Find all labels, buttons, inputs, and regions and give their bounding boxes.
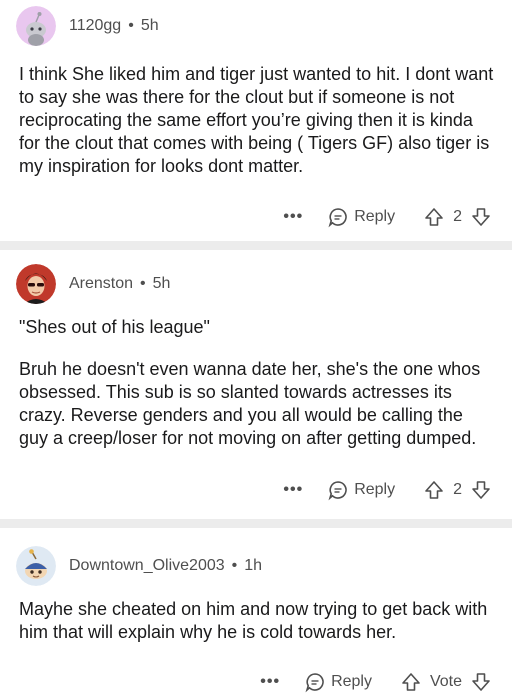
timestamp: 1h (244, 557, 263, 574)
reply-label: Reply (354, 481, 396, 498)
reply-label: Reply (354, 208, 396, 225)
reply-label: Reply (331, 673, 372, 690)
reply-button[interactable]: Reply (327, 479, 395, 501)
comment-paragraph: "Shes out of his league" (19, 317, 210, 337)
comment-body: Mayhe she cheated on him and now trying … (19, 598, 496, 644)
upvote-arrow-icon[interactable] (423, 479, 445, 501)
comment-separator (0, 519, 512, 528)
user-avatar-icon (16, 264, 56, 304)
comment-separator (0, 241, 512, 250)
username[interactable]: Arenston (69, 275, 133, 293)
more-options-button[interactable]: ••• (283, 481, 303, 499)
downvote-arrow-icon[interactable] (470, 206, 492, 228)
comment-body: "Shes out of his league" Bruh he doesn't… (19, 316, 496, 450)
meta-separator: • (128, 17, 134, 34)
more-options-button[interactable]: ••• (283, 208, 303, 226)
meta-separator: • (140, 275, 146, 292)
comment-actions: ••• Reply Vote (260, 671, 492, 693)
avatar[interactable] (16, 546, 56, 586)
vote-controls: 2 (423, 206, 492, 228)
vote-label: Vote (429, 673, 462, 690)
comment-body: I think She liked him and tiger just wan… (19, 63, 496, 178)
vote-count: 2 (453, 208, 462, 225)
avatar[interactable] (16, 264, 56, 304)
reply-icon (305, 673, 324, 693)
comment-actions: ••• Reply 2 (283, 479, 492, 501)
comment-actions: ••• Reply 2 (283, 206, 492, 228)
snoo-avatar-icon (16, 546, 56, 586)
meta-separator: • (231, 557, 238, 574)
timestamp: 5h (140, 17, 159, 34)
comment-paragraph: Bruh he doesn't even wanna date her, she… (19, 359, 481, 448)
snoo-avatar-icon (16, 6, 56, 46)
reply-icon (328, 481, 347, 501)
comment-paragraph: Mayhe she cheated on him and now trying … (19, 599, 488, 642)
vote-controls: 2 (423, 479, 492, 501)
upvote-arrow-icon[interactable] (400, 671, 422, 693)
comment-3: Downtown_Olive2003 • 1h Mayhe she cheate… (0, 528, 512, 697)
username[interactable]: Downtown_Olive2003 (69, 557, 225, 575)
more-options-button[interactable]: ••• (260, 673, 280, 691)
comment-header: 1120gg • 5h (16, 6, 159, 46)
downvote-arrow-icon[interactable] (470, 479, 492, 501)
avatar[interactable] (16, 6, 56, 46)
timestamp: 5h (152, 275, 171, 292)
comment-header: Downtown_Olive2003 • 1h (16, 546, 262, 586)
comment-paragraph: I think She liked him and tiger just wan… (19, 64, 494, 176)
upvote-arrow-icon[interactable] (423, 206, 445, 228)
comment-1: 1120gg • 5h I think She liked him and ti… (0, 0, 512, 241)
vote-count: 2 (453, 481, 462, 498)
comment-2: Arenston • 5h "Shes out of his league" B… (0, 250, 512, 519)
reply-icon (328, 208, 347, 228)
reply-button[interactable]: Reply (327, 206, 395, 228)
vote-controls: Vote (400, 671, 492, 693)
reply-button[interactable]: Reply (304, 671, 372, 693)
downvote-arrow-icon[interactable] (470, 671, 492, 693)
username[interactable]: 1120gg (69, 17, 121, 35)
comment-header: Arenston • 5h (16, 264, 170, 304)
